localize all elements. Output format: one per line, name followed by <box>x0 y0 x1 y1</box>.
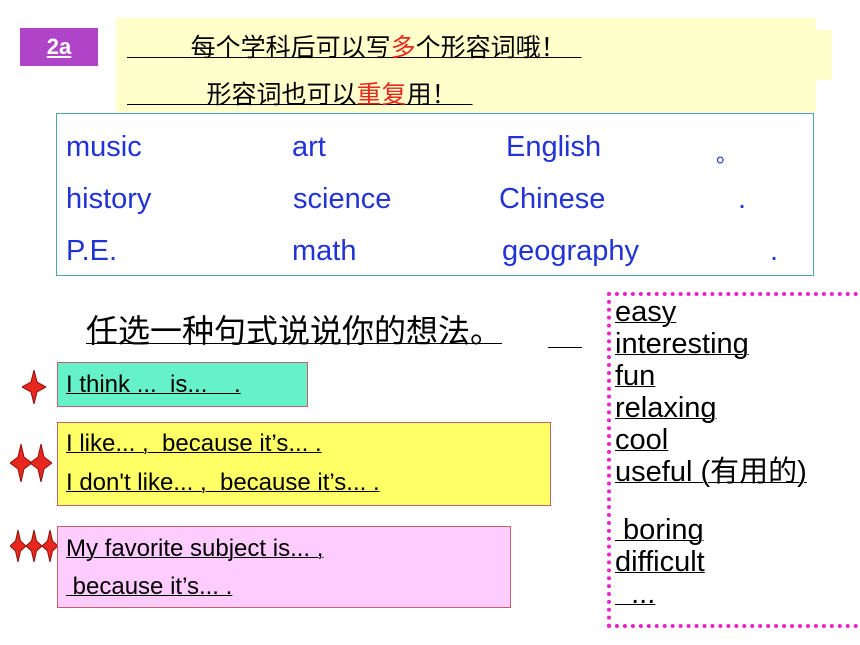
adjective-cool: cool <box>615 424 669 456</box>
subject-science: science <box>293 183 392 215</box>
adjective-relaxing: relaxing <box>615 392 717 424</box>
three-star-icon <box>10 530 58 562</box>
subject-geography: geography <box>502 235 640 267</box>
one-star-icon <box>22 370 46 404</box>
section-badge: 2a <box>20 28 98 66</box>
task-heading: 任选一种句式说说你的想法。 <box>86 312 503 350</box>
adjective-easy: easy <box>615 296 677 328</box>
adjective-useful: useful (有用的) <box>615 456 807 488</box>
two-star-sentence-1: I like... , because it’s... . <box>66 430 322 457</box>
heading-underline-tail <box>548 347 582 348</box>
two-star-sentence-2: I don't like... , because it’s... . <box>66 469 380 496</box>
subject-art: art <box>292 131 326 163</box>
adjective-difficult: difficult <box>615 546 705 578</box>
adjective-list: easy interesting fun relaxing cool usefu… <box>615 296 807 610</box>
adjective-fun: fun <box>615 360 656 392</box>
instruction-line-2: 形容词也可以重复用！ <box>206 80 457 109</box>
row-2-end-mark: . <box>738 183 747 215</box>
one-star-sentence: I think ... is... . <box>66 371 241 398</box>
adjective-more: ... <box>615 578 656 610</box>
subject-english: English <box>506 131 602 163</box>
subject-chinese: Chinese <box>499 183 606 215</box>
instruction-line-1: 每个学科后可以写多个形容词哦！ <box>190 33 566 62</box>
subject-history: history <box>66 183 152 215</box>
three-star-sentence-2: because it’s... . <box>66 573 233 600</box>
note-background-tab <box>810 30 832 80</box>
subject-math: math <box>292 235 357 267</box>
row-3-end-mark: . <box>770 235 779 267</box>
adjective-boring: boring <box>615 514 704 546</box>
row-1-end-mark: 。 <box>716 142 739 167</box>
three-star-sentence-1: My favorite subject is... , <box>66 535 324 562</box>
adjective-interesting: interesting <box>615 328 749 360</box>
vocab-row-2: history science Chinese . ​ <box>66 183 750 216</box>
subject-pe: P.E. <box>66 235 118 267</box>
two-star-icon <box>10 444 52 482</box>
subject-music: music <box>66 131 142 163</box>
vocab-row-1: music art English 。 ​ <box>66 131 748 167</box>
vocab-row-3: P.E. math geography . ​ <box>66 235 779 268</box>
